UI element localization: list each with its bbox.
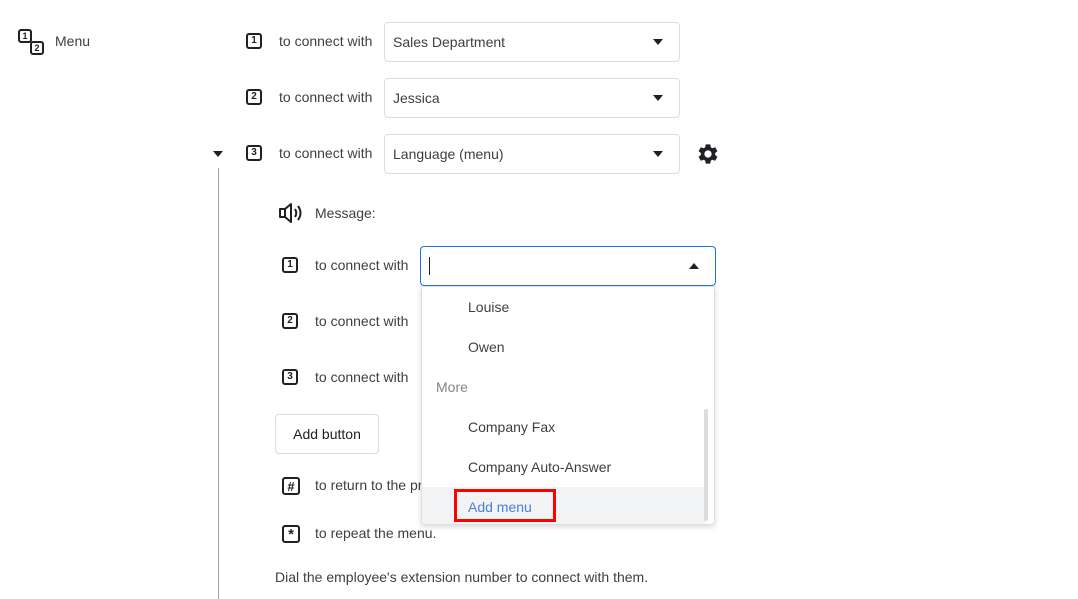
sub-row-1-label: to connect with [315,257,409,273]
dropdown-option-company-auto-answer[interactable]: Company Auto-Answer [422,447,706,487]
row-2-select[interactable]: Jessica [384,78,680,118]
gear-icon[interactable] [696,142,720,166]
sub-key-2-badge: 2 [282,313,298,329]
row-1-label: to connect with [279,33,373,49]
row-3-select[interactable]: Language (menu) [384,134,680,174]
star-row-label: to repeat the menu. [315,525,437,541]
sub-key-3-badge: 3 [282,369,298,385]
chevron-up-icon [689,263,699,269]
numbered-menu-icon: 1 2 [18,29,44,55]
add-button[interactable]: Add button [275,414,379,454]
dropdown-option-owen[interactable]: Owen [422,327,706,367]
dropdown-option-louise[interactable]: Louise [422,287,706,327]
dropdown-scrollbar[interactable] [704,409,708,521]
row-1-select-value: Sales Department [393,34,506,50]
add-menu-highlight [454,489,556,522]
chevron-down-icon [653,151,663,157]
hash-row-label: to return to the pr [315,477,423,493]
sub-row-3-label: to connect with [315,369,409,385]
sub-key-1-badge: 1 [282,257,298,273]
row-3-select-value: Language (menu) [393,146,504,162]
sub-row-2-label: to connect with [315,313,409,329]
dropdown-option-company-fax[interactable]: Company Fax [422,407,706,447]
footer-note: Dial the employee's extension number to … [275,569,649,585]
collapse-toggle-icon[interactable] [213,151,223,157]
row-3-label: to connect with [279,145,373,161]
hash-key-badge: # [282,477,300,495]
chevron-down-icon [653,95,663,101]
key-2-badge: 2 [246,89,262,105]
message-label: Message: [315,205,376,221]
section-label: Menu [55,33,91,49]
row-1-select[interactable]: Sales Department [384,22,680,62]
chevron-down-icon [653,39,663,45]
sub-row-1-select[interactable] [420,246,716,286]
key-1-badge: 1 [246,33,262,49]
dropdown-group-more: More [436,379,468,395]
row-2-label: to connect with [279,89,373,105]
submenu-tree-line [218,168,219,599]
speaker-icon [279,203,302,223]
sub-row-1-select-input[interactable] [429,257,431,275]
key-3-badge: 3 [246,145,262,161]
menu-icon-digit-2: 2 [30,41,44,55]
star-key-badge: * [282,525,300,543]
row-2-select-value: Jessica [393,90,440,106]
